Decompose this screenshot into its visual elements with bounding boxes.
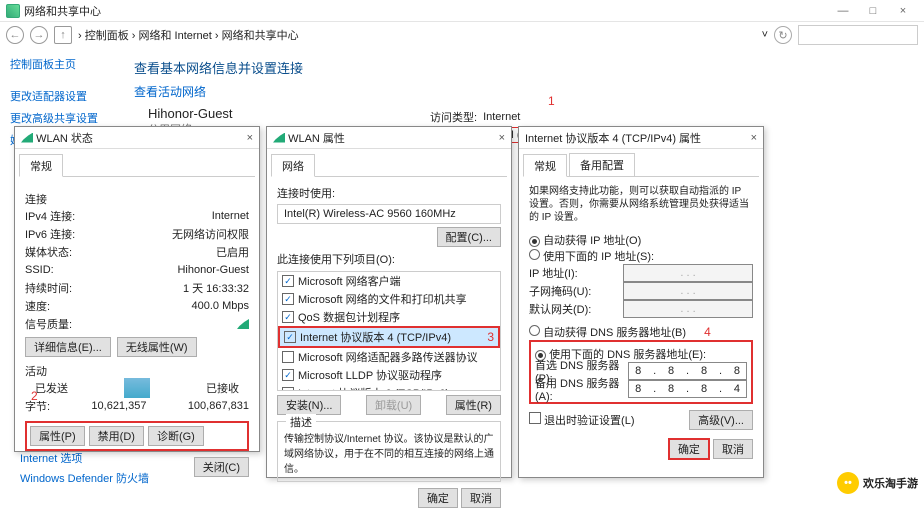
up-button[interactable]: ↑ [54, 26, 72, 44]
signal-icon [273, 133, 285, 143]
cancel-button[interactable]: 取消 [461, 488, 501, 508]
cancel-button[interactable]: 取消 [713, 439, 753, 459]
validate-checkbox[interactable] [529, 412, 541, 424]
back-button[interactable]: ← [6, 26, 24, 44]
install-button[interactable]: 安装(N)... [277, 395, 341, 415]
active-networks-label: 查看活动网络 [134, 83, 910, 100]
breadcrumb-dropdown-icon[interactable]: ˅ [762, 29, 768, 41]
refresh-button[interactable]: ↻ [774, 26, 792, 44]
activity-icon [124, 378, 150, 398]
annotation-4: 4 [704, 325, 711, 339]
close-button[interactable]: × [888, 5, 918, 17]
sidebar-sharing-settings[interactable]: 更改高级共享设置 [10, 110, 110, 126]
minimize-button[interactable]: — [828, 5, 858, 17]
close-icon[interactable]: × [751, 132, 757, 144]
tab-general[interactable]: 常规 [19, 154, 63, 177]
maximize-button[interactable]: □ [858, 5, 888, 17]
sidebar-adapter-settings[interactable]: 更改适配器设置 [10, 88, 110, 104]
advanced-button[interactable]: 高级(V)... [689, 410, 753, 430]
breadcrumb[interactable]: › 控制面板 › 网络和 Internet › 网络和共享中心 [78, 27, 756, 43]
radio-manual-ip[interactable] [529, 249, 540, 260]
configure-button[interactable]: 配置(C)... [437, 227, 501, 247]
close-icon[interactable]: × [247, 132, 253, 144]
watermark: •• 欢乐淘手游 [837, 472, 918, 494]
gateway-input: . . . [623, 300, 753, 318]
tab-network[interactable]: 网络 [271, 154, 315, 177]
wireless-properties-button[interactable]: 无线属性(W) [117, 337, 197, 357]
dns1-input[interactable]: 8.8.8.8 [628, 362, 747, 380]
page-title: 查看基本网络信息并设置连接 [134, 58, 910, 77]
signal-icon [237, 319, 249, 329]
ok-button[interactable]: 确定 [418, 488, 458, 508]
mask-input: . . . [623, 282, 753, 300]
sidebar-home[interactable]: 控制面板主页 [10, 56, 110, 72]
close-icon[interactable]: × [499, 132, 505, 144]
list-item-tcpipv4[interactable]: ✓Internet 协议版本 4 (TCP/IPv4)3 [278, 326, 500, 348]
diagnose-button[interactable]: 诊断(G) [148, 426, 204, 446]
annotation-3: 3 [487, 330, 494, 344]
forward-button[interactable]: → [30, 26, 48, 44]
close-button[interactable]: 关闭(C) [194, 457, 249, 477]
radio-auto-dns[interactable] [529, 325, 540, 336]
app-icon [6, 4, 20, 18]
window-title: 网络和共享中心 [24, 3, 101, 19]
ipv4-properties-dialog: Internet 协议版本 4 (TCP/IPv4) 属性× 常规 备用配置 如… [518, 126, 764, 478]
ip-input: . . . [623, 264, 753, 282]
properties-button[interactable]: 属性(R) [446, 395, 501, 415]
signal-icon [21, 133, 33, 143]
radio-auto-ip[interactable] [529, 236, 540, 247]
access-type-label: 访问类型: [430, 109, 477, 125]
annotation-1: 1 [548, 94, 555, 108]
ok-button[interactable]: 确定 [668, 438, 710, 460]
disable-button[interactable]: 禁用(D) [89, 426, 144, 446]
tab-general[interactable]: 常规 [523, 154, 567, 177]
wlan-properties-dialog: WLAN 属性× 网络 连接时使用: Intel(R) Wireless-AC … [266, 126, 512, 478]
wlan-status-dialog: WLAN 状态× 常规 连接 IPv4 连接:Internet IPv6 连接:… [14, 126, 260, 452]
tab-alternate[interactable]: 备用配置 [569, 153, 635, 176]
annotation-2: 2 [31, 389, 38, 403]
access-type-value: Internet [483, 111, 520, 123]
adapter-name: Intel(R) Wireless-AC 9560 160MHz [277, 204, 501, 224]
uninstall-button[interactable]: 卸载(U) [366, 395, 421, 415]
details-button[interactable]: 详细信息(E)... [25, 337, 111, 357]
properties-button[interactable]: 属性(P) [30, 426, 85, 446]
components-list[interactable]: ✓Microsoft 网络客户端 ✓Microsoft 网络的文件和打印机共享 … [277, 271, 501, 391]
watermark-icon: •• [837, 472, 859, 494]
search-input[interactable] [798, 25, 918, 45]
dns2-input[interactable]: 8.8.8.4 [628, 380, 747, 398]
